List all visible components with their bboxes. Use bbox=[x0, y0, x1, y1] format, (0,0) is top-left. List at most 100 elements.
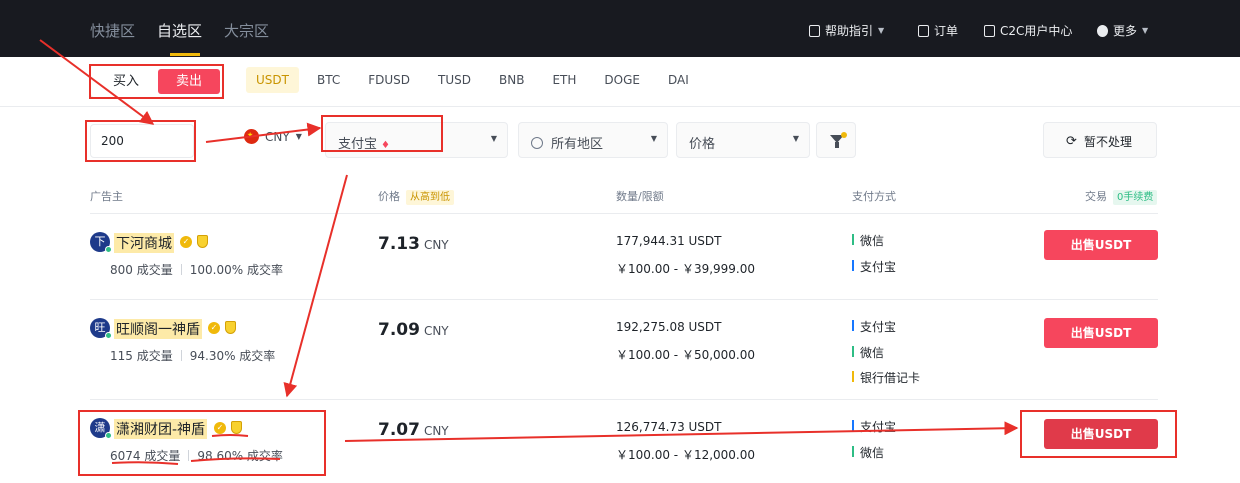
payment-label: 支付宝 bbox=[338, 137, 378, 152]
stats-divider bbox=[188, 450, 190, 461]
payment-method-wechat: 微信 bbox=[852, 232, 884, 249]
available-amount: 177,944.31 USDT bbox=[616, 234, 722, 248]
order-count: 800 成交量 bbox=[110, 263, 173, 277]
price-header-label: 价格 bbox=[378, 190, 400, 203]
orders-link[interactable]: 订单 bbox=[918, 22, 958, 39]
advertiser-stats: 800 成交量 100.00% 成交率 bbox=[110, 261, 283, 278]
coin-tab-btc[interactable]: BTC bbox=[307, 67, 350, 93]
tab-express[interactable]: 快捷区 bbox=[90, 20, 135, 41]
shield-badge-icon bbox=[231, 421, 242, 434]
table-row: 下 下河商城 ✓ 800 成交量 100.00% 成交率 7.13 CNY 177,… bbox=[90, 230, 1158, 320]
online-status-dot bbox=[105, 332, 112, 339]
document-icon bbox=[918, 24, 929, 37]
sell-usdt-button[interactable]: 出售USDT bbox=[1044, 318, 1158, 348]
tab-block[interactable]: 大宗区 bbox=[224, 20, 269, 41]
online-status-dot bbox=[105, 246, 112, 253]
coin-tab-doge[interactable]: DOGE bbox=[594, 67, 650, 93]
advertiser-name[interactable]: 旺顺阁一神盾 bbox=[114, 319, 202, 339]
coin-tab-usdt[interactable]: USDT bbox=[246, 67, 299, 93]
coin-tab-dai[interactable]: DAI bbox=[658, 67, 699, 93]
more-label: 更多 bbox=[1113, 24, 1138, 38]
payment-method-wechat: 微信 bbox=[852, 344, 884, 361]
header-trade: 交易 0手续费 bbox=[1085, 188, 1158, 205]
row-divider bbox=[90, 399, 1158, 400]
verified-badge-icon: ✓ bbox=[208, 322, 220, 334]
filter-icon-stem bbox=[835, 142, 839, 148]
avatar[interactable]: 潇 bbox=[90, 418, 112, 439]
order-count: 115 成交量 bbox=[110, 349, 173, 363]
user-icon bbox=[984, 24, 995, 37]
payment-method-wechat: 微信 bbox=[852, 444, 884, 461]
price: 7.09 CNY bbox=[378, 320, 449, 340]
chevron-down-icon: ▼ bbox=[650, 134, 657, 143]
stats-divider bbox=[180, 264, 182, 275]
completion-rate: 100.00% 成交率 bbox=[189, 263, 283, 277]
coin-tab-fdusd[interactable]: FDUSD bbox=[358, 67, 420, 93]
active-tab-indicator bbox=[170, 53, 200, 56]
more-menu[interactable]: 更多 ▼ bbox=[1097, 22, 1148, 39]
order-count: 6074 成交量 bbox=[110, 449, 181, 463]
sell-button[interactable]: 卖出 bbox=[158, 69, 220, 94]
sell-usdt-button[interactable]: 出售USDT bbox=[1044, 230, 1158, 260]
sell-usdt-button[interactable]: 出售USDT bbox=[1044, 419, 1158, 449]
online-status-dot bbox=[105, 432, 112, 439]
avatar[interactable]: 旺 bbox=[90, 318, 112, 339]
order-limit: ￥100.00 - ￥50,000.00 bbox=[616, 348, 756, 362]
order-limit: ￥100.00 - ￥12,000.00 bbox=[616, 448, 756, 462]
avatar-letter: 潇 bbox=[94, 421, 106, 434]
order-limit: ￥100.00 - ￥39,999.00 bbox=[616, 262, 756, 276]
shield-badge-icon bbox=[197, 235, 208, 248]
stats-divider bbox=[180, 350, 182, 361]
price-sort-badge: 从高到低 bbox=[406, 190, 454, 205]
filter-button[interactable] bbox=[816, 122, 856, 158]
divider bbox=[0, 106, 1240, 107]
price-currency: CNY bbox=[423, 424, 449, 438]
region-select[interactable]: 所有地区 ▼ bbox=[518, 122, 668, 158]
advertiser-name[interactable]: 潇湘财团-神盾 bbox=[114, 419, 208, 439]
completion-rate: 94.30% 成交率 bbox=[189, 349, 276, 363]
trade-header-label: 交易 bbox=[1085, 190, 1107, 203]
refresh-icon: ⟳ bbox=[1066, 134, 1077, 149]
header-payment: 支付方式 bbox=[852, 190, 896, 203]
coin-tabs: USDT BTC FDUSD TUSD BNB ETH DOGE DAI bbox=[246, 67, 707, 93]
price-currency: CNY bbox=[423, 324, 449, 338]
currency-select[interactable]: CNY ▼ bbox=[244, 129, 302, 144]
coin-tab-tusd[interactable]: TUSD bbox=[428, 67, 481, 93]
tab-p2p[interactable]: 自选区 bbox=[157, 20, 202, 41]
filter-active-dot bbox=[841, 132, 847, 138]
price-value: 7.13 bbox=[378, 234, 420, 254]
advertiser-stats: 115 成交量 94.30% 成交率 bbox=[110, 347, 275, 364]
region-label: 所有地区 bbox=[551, 137, 604, 152]
chevron-down-icon: ▼ bbox=[295, 132, 302, 141]
help-label: 帮助指引 bbox=[825, 24, 874, 38]
table-row: 旺 旺顺阁一神盾 ✓ 115 成交量 94.30% 成交率 7.09 CNY 192… bbox=[90, 318, 1158, 406]
c2c-user-center-link[interactable]: C2C用户中心 bbox=[984, 22, 1072, 39]
sort-select[interactable]: 价格 ▼ bbox=[676, 122, 810, 158]
chevron-down-icon: ▼ bbox=[792, 134, 799, 143]
available-amount: 192,275.08 USDT bbox=[616, 320, 722, 334]
orders-label: 订单 bbox=[934, 24, 959, 38]
payment-method-alipay: 支付宝 bbox=[852, 258, 896, 275]
advertiser-stats: 6074 成交量 98.60% 成交率 bbox=[110, 447, 283, 464]
available-amount: 126,774.73 USDT bbox=[616, 420, 722, 434]
payment-method-select[interactable]: 支付宝 ♦ ▼ bbox=[325, 122, 508, 158]
coin-tab-bnb[interactable]: BNB bbox=[489, 67, 534, 93]
help-menu[interactable]: 帮助指引 ▼ bbox=[809, 22, 884, 39]
globe-icon bbox=[531, 137, 543, 149]
advertiser-name[interactable]: 下河商城 bbox=[114, 233, 174, 253]
zero-fee-badge: 0手续费 bbox=[1113, 190, 1158, 205]
cny-flag-icon bbox=[244, 129, 259, 144]
coin-tab-eth[interactable]: ETH bbox=[542, 67, 586, 93]
amount-input[interactable]: 200 bbox=[90, 124, 194, 158]
price-value: 7.09 bbox=[378, 320, 420, 340]
price: 7.07 CNY bbox=[378, 420, 449, 440]
avatar[interactable]: 下 bbox=[90, 232, 112, 253]
row-divider bbox=[90, 213, 1158, 214]
top-navigation: 快捷区 自选区 大宗区 帮助指引 ▼ 订单 C2C用户中心 更多 ▼ bbox=[0, 0, 1240, 57]
fire-icon: ♦ bbox=[381, 140, 390, 151]
price-currency: CNY bbox=[423, 238, 449, 252]
refresh-button[interactable]: ⟳ 暂不处理 bbox=[1043, 122, 1157, 158]
buy-button[interactable]: 买入 bbox=[95, 69, 157, 94]
header-price[interactable]: 价格 从高到低 bbox=[378, 188, 454, 205]
header-advertiser: 广告主 bbox=[90, 190, 123, 203]
